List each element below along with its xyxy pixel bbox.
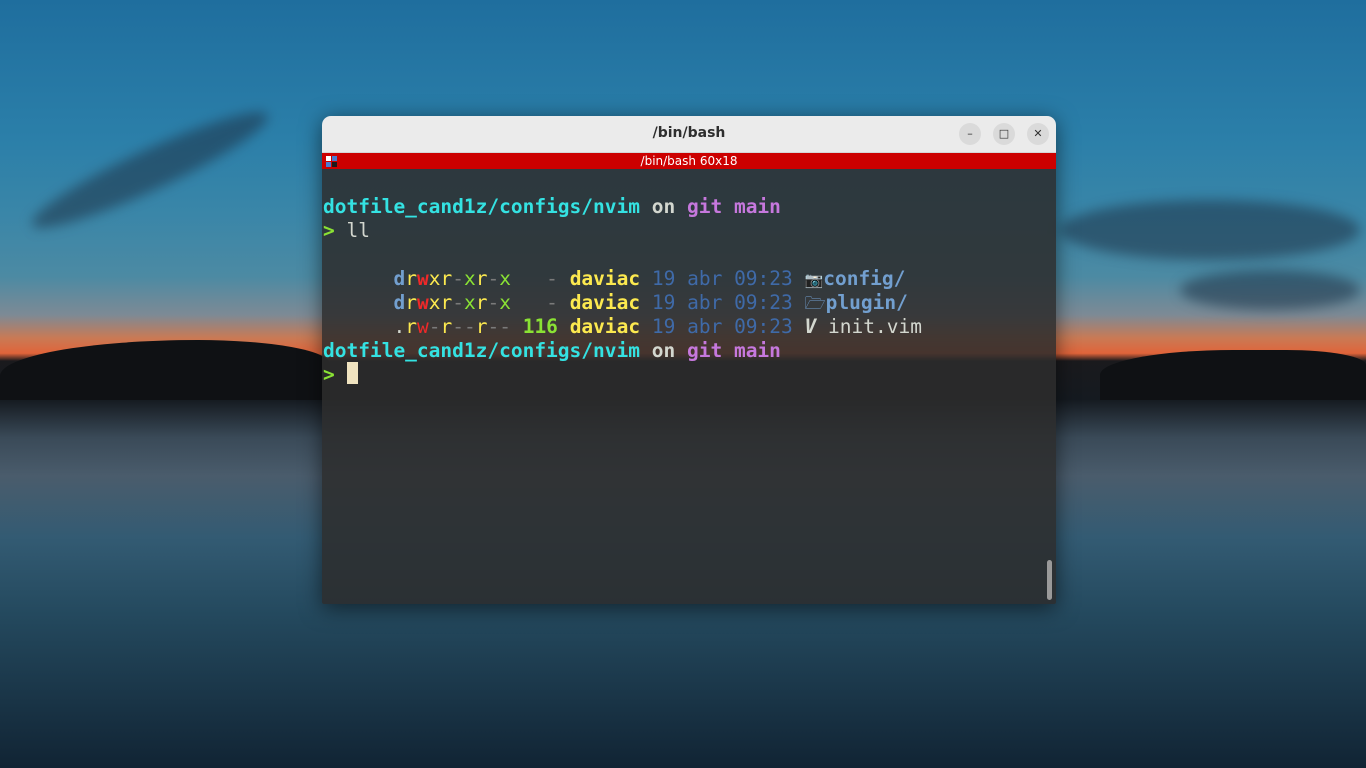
listing-row: drwxr-xr-x - daviac 19 abr 09:23 🗁plugin… [323, 267, 907, 314]
prompt-branch: main [733, 195, 781, 218]
prompt-symbol: > [323, 219, 335, 242]
file-name[interactable]: init.vim [828, 315, 922, 338]
command-text: ll [346, 219, 370, 242]
window-title: /bin/bash [652, 125, 726, 141]
terminal-output[interactable]: dotfile_cand1z/configs/nvim on git main … [322, 169, 1056, 604]
title-bar[interactable]: /bin/bash – □ ✕ [322, 116, 1056, 153]
prompt-line: dotfile_cand1z/configs/nvim on git main [323, 339, 781, 363]
prompt-line: dotfile_cand1z/configs/nvim on git main [323, 195, 781, 219]
terminal-window[interactable]: /bin/bash – □ ✕ /bin/bash 60x18 dotfile_… [322, 116, 1056, 604]
prompt-path: dotfile_cand1z/configs/nvim [323, 195, 640, 218]
listing-row: drwxr-xr-x - daviac 19 abr 09:23 📷config… [323, 243, 905, 290]
perm-char: r [475, 315, 488, 338]
perm-char: - [499, 315, 511, 338]
wallpaper-treeline [1100, 350, 1366, 400]
prompt-symbol: > [323, 363, 335, 386]
file-owner: daviac [569, 315, 641, 338]
tab-title: /bin/bash 60x18 [640, 154, 738, 168]
prompt-branch: main [733, 339, 781, 362]
wallpaper-cloud [1060, 200, 1360, 260]
file-date: 19 abr 09:23 [651, 315, 793, 338]
command-line: > ll [323, 219, 370, 243]
minimize-button[interactable]: – [959, 123, 981, 145]
prompt-on: on [651, 339, 676, 362]
perm-char: - [487, 315, 500, 338]
perm-char: - [428, 315, 441, 338]
wallpaper-treeline [0, 340, 330, 400]
close-button[interactable]: ✕ [1027, 123, 1049, 145]
perm-char: r [440, 315, 453, 338]
scrollbar[interactable] [1047, 560, 1052, 600]
perm-char: r [405, 315, 417, 338]
maximize-button[interactable]: □ [993, 123, 1015, 145]
perm-char: - [452, 315, 464, 338]
prompt-git-label: git [686, 195, 723, 218]
prompt-path: dotfile_cand1z/configs/nvim [323, 339, 640, 362]
listing-row: .rw-r--r-- 116 daviac 19 abr 09:23 V ini… [323, 291, 922, 338]
perm-char: w [416, 315, 429, 338]
text-cursor [347, 362, 358, 384]
perm-char: . [393, 315, 406, 338]
prompt-on: on [651, 195, 676, 218]
wallpaper-cloud [23, 96, 277, 244]
file-size: 116 [522, 315, 558, 338]
wallpaper-cloud [1180, 270, 1360, 310]
vim-file-icon: V [804, 315, 817, 338]
perm-char: - [463, 315, 476, 338]
tab-bar[interactable]: /bin/bash 60x18 [322, 153, 1056, 169]
prompt-git-label: git [686, 339, 723, 362]
input-line[interactable]: > [323, 363, 335, 387]
